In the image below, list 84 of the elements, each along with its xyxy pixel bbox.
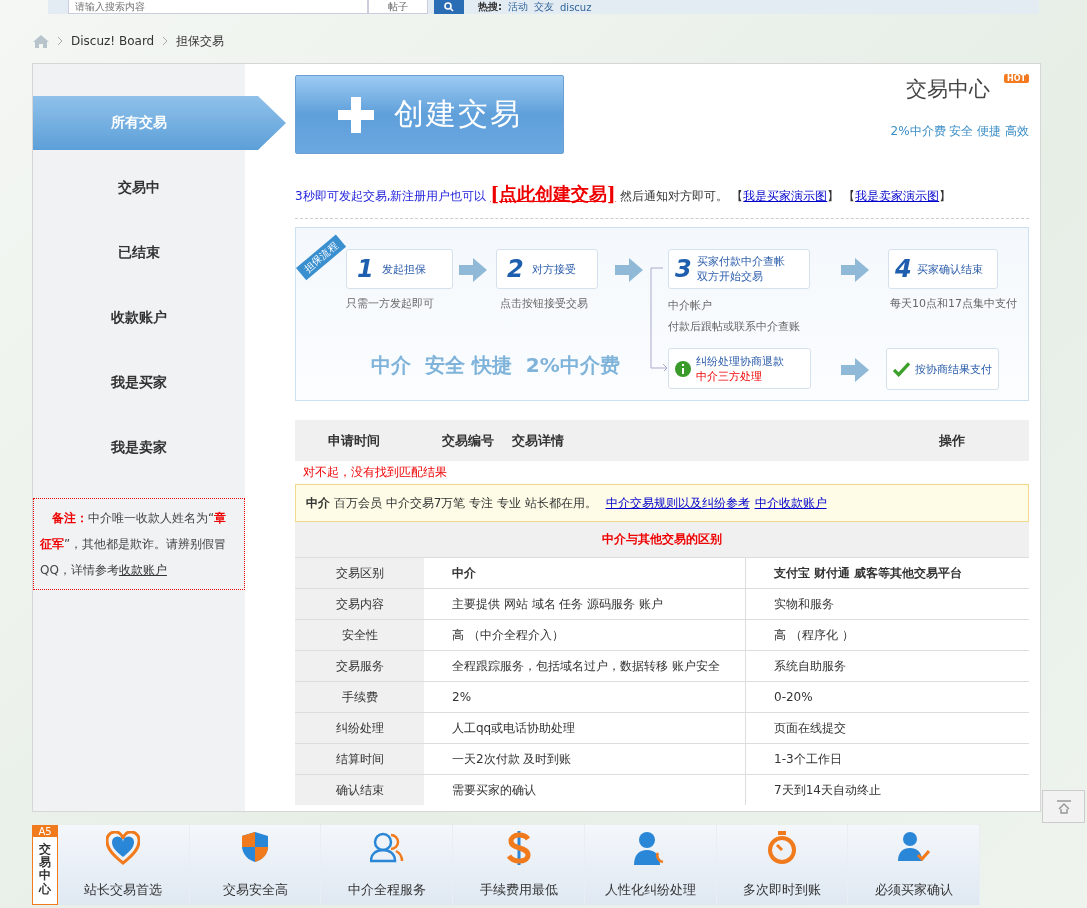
demo-link[interactable]: 我是卖家演示图 (855, 189, 940, 203)
hot-label: 热搜: (478, 0, 502, 14)
table-cell: 高 （程序化 ） (746, 620, 1029, 650)
chevron-icon (57, 36, 63, 46)
resolve-box: 按协商结果支付 (886, 348, 999, 390)
sidebar-item[interactable]: 已结束 (33, 226, 245, 280)
hot-search-link[interactable]: discuz (560, 1, 592, 13)
column-header: 操作 (939, 431, 965, 450)
table-cell: 人工qq或电话协助处理 (424, 713, 746, 743)
intro-text: 3秒即可发起交易,新注册用户也可以 [点此创建交易] 然后通知对方即可。 【我是买家演示图】 【我是卖家演示图】 (295, 182, 1029, 219)
notice-text: 备注：中介唯一收款人姓名为“章征军”，其他都是欺诈。请辨别假冒QQ，详情参考收款账户 (40, 510, 228, 579)
step-note: 点击按钮接受交易 (500, 296, 588, 312)
table-cell: 需要买家的确认 (424, 775, 746, 805)
table-cell: 0-20% (746, 682, 1029, 712)
person-check-icon (897, 831, 930, 863)
feature-item[interactable]: 站长交易首选 (58, 825, 190, 905)
arrow-icon (615, 258, 643, 282)
hot-search-link[interactable]: 交友 (534, 0, 554, 14)
search-field[interactable]: 请输入搜索内容 (68, 0, 368, 14)
feature-item[interactable]: 中介全程服务 (321, 825, 454, 905)
sidebar-item[interactable]: 交易中 (33, 161, 245, 215)
step-note: 中介帐户 付款后跟帖或联系中介查账 (668, 298, 800, 335)
breadcrumb-link[interactable]: Discuz! Board (71, 34, 155, 48)
empty-message: 对不起，没有找到匹配结果 (302, 464, 448, 481)
plus-icon (337, 96, 374, 133)
hot-search-link[interactable]: 活动 (508, 0, 528, 14)
shield-icon (241, 831, 270, 863)
table-cell: 7天到14天自动终止 (746, 775, 1029, 805)
sidebar-item[interactable]: 我是买家 (33, 356, 245, 410)
scope-dropdown[interactable]: 帖子 (368, 0, 428, 14)
step-box: 4 买家确认结束 (888, 249, 998, 289)
feature-item[interactable]: 手续费用最低 (453, 825, 585, 905)
arrow-icon (459, 258, 487, 282)
column-header: 支付宝 财付通 威客等其他交易平台 (746, 558, 1029, 588)
people-icon (369, 831, 404, 863)
table-cell: 全程跟踪服务，包括域名过户，数据转移 账户安全 (424, 651, 746, 681)
table-cell: 2% (424, 682, 746, 712)
search-button[interactable] (434, 0, 464, 14)
table-cell: 主要提供 网站 域名 任务 源码服务 账户 (424, 589, 746, 619)
checkmark-icon (893, 361, 910, 377)
tagline: 2%中介费 安全 便捷 高效 (890, 123, 1029, 140)
table-cell: 1-3个工作日 (746, 744, 1029, 774)
info-text: 中介 百万会员 中介交易7万笔 专注 专业 站长都在用。 中介交易规则以及纠纷参考 中介收款账户 (306, 494, 827, 512)
table-cell: 高 （中介全程介入） (424, 620, 746, 650)
step-note: 每天10点和17点集中支付 (890, 296, 1017, 312)
column-header: 申请时间 (328, 431, 381, 450)
hot-badge: HOT (1004, 74, 1029, 83)
stopwatch-icon (766, 831, 797, 865)
table-cell: 页面在线提交 (746, 713, 1029, 743)
dollar-icon (505, 831, 532, 865)
back-to-top-button[interactable] (1042, 790, 1085, 823)
heart-icon (106, 831, 141, 865)
step-box: 2 对方接受 (496, 249, 598, 289)
chevron-icon (162, 36, 169, 46)
dispute-box: 纠纷处理协商退款 中介三方处理 (668, 348, 811, 389)
arrow-icon (841, 358, 869, 382)
info-icon (675, 360, 691, 377)
account-link[interactable]: 收款账户 (118, 563, 167, 577)
column-header: 中介 (424, 558, 746, 588)
create-trade-link[interactable]: [点此创建交易] (490, 183, 616, 204)
table-cell: 实物和服务 (746, 589, 1029, 619)
feature-item[interactable]: 必须买家确认 (848, 825, 981, 905)
feature-item[interactable]: 多次即时到账 (716, 825, 849, 905)
demo-link[interactable]: 我是买家演示图 (743, 189, 828, 203)
table-cell: 系统自助服务 (746, 651, 1029, 681)
breadcrumb-link[interactable]: 担保交易 (176, 32, 225, 50)
up-arrow-icon (1055, 799, 1072, 814)
column-header: 交易编号 (442, 431, 495, 450)
sidebar-item[interactable]: 收款账户 (33, 291, 245, 345)
step-note: 只需一方发起即可 (346, 296, 434, 312)
home-icon[interactable] (33, 34, 49, 48)
step-box: 1 发起担保 (346, 249, 453, 289)
table-title: 中介与其他交易的区别 (601, 531, 723, 548)
info-link[interactable]: 中介交易规则以及纠纷参考 (605, 495, 750, 510)
search-icon (444, 2, 454, 12)
arrow-icon (841, 258, 869, 282)
info-link[interactable]: 中介收款账户 (754, 495, 827, 510)
feature-item[interactable]: 交易安全高 (189, 825, 322, 905)
table-cell: 一天2次付款 及时到账 (424, 744, 746, 774)
feature-item[interactable]: 人性化纠纷处理 (584, 825, 717, 905)
slogan-text: 中介 安全 快捷 2%中介费 (371, 352, 620, 379)
trade-center-tag: A5 交易中心 (32, 825, 58, 905)
column-header: 交易详情 (512, 431, 565, 450)
sidebar-item[interactable]: 我是卖家 (33, 421, 245, 475)
